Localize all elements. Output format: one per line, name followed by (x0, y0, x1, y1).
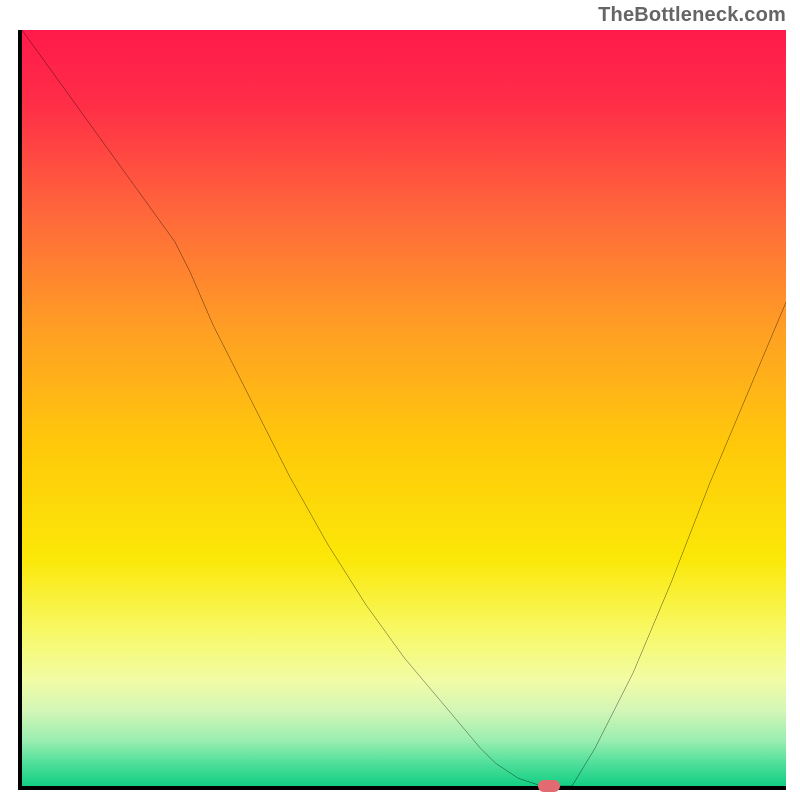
optimal-point-marker (538, 780, 560, 792)
data-curve (22, 30, 786, 786)
watermark-text: TheBottleneck.com (598, 4, 786, 27)
plot-frame (18, 30, 786, 790)
chart-container: TheBottleneck.com (0, 0, 800, 800)
